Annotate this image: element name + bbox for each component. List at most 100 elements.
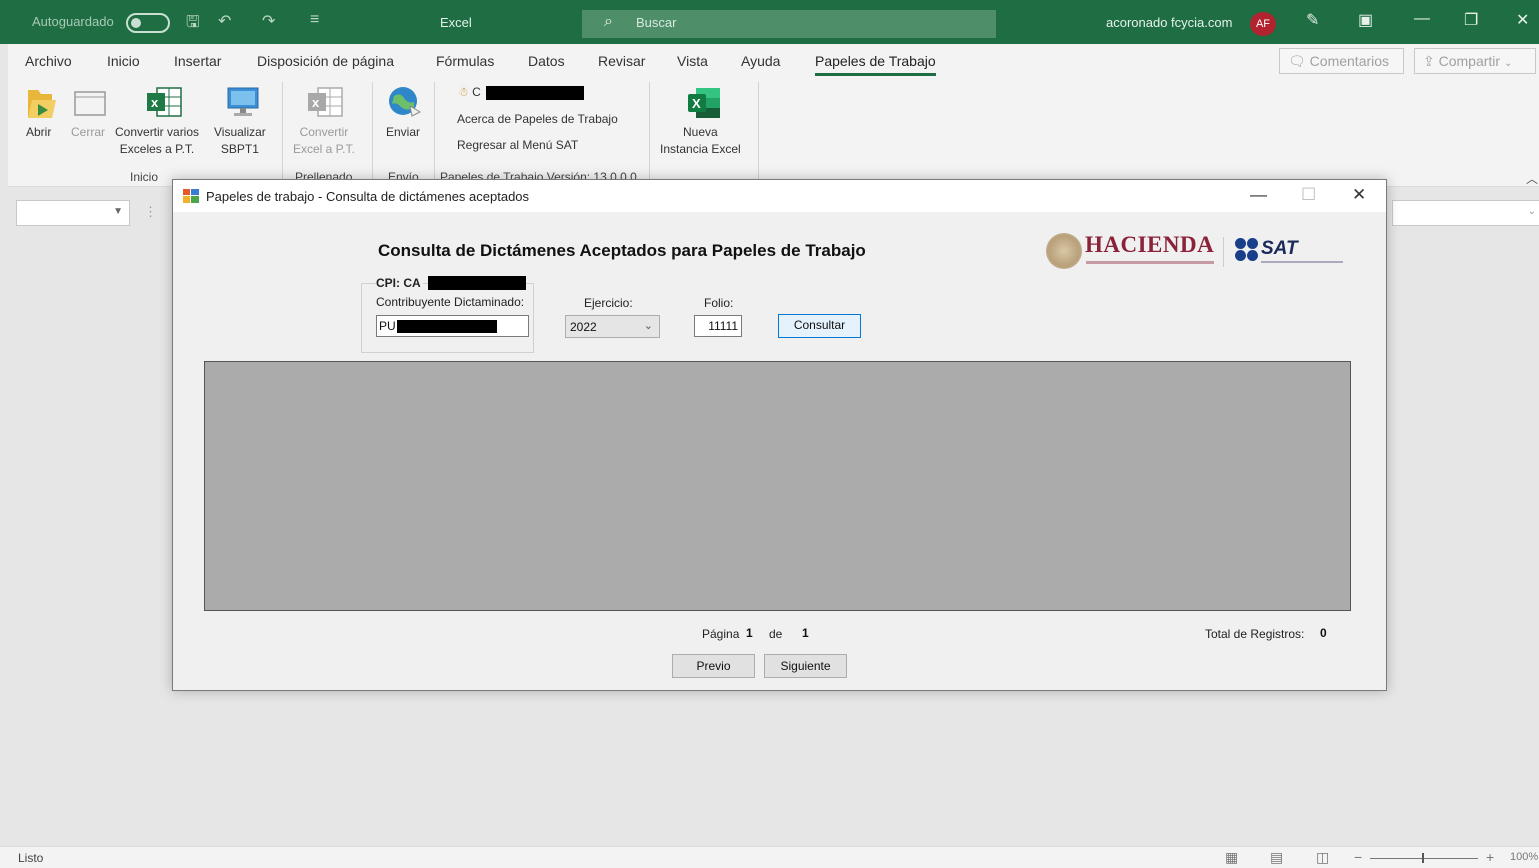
maximize-icon[interactable]: ☐ bbox=[1301, 185, 1316, 205]
total-registros-label: Total de Registros: bbox=[1205, 627, 1305, 641]
tab-archivo[interactable]: Archivo bbox=[25, 53, 72, 69]
cerrar-button[interactable]: Cerrar bbox=[71, 124, 105, 141]
zoom-out-icon[interactable]: − bbox=[1354, 849, 1362, 865]
chevron-down-icon: ⌄ bbox=[643, 320, 653, 332]
normal-view-icon[interactable]: ▦ bbox=[1225, 849, 1238, 866]
results-grid[interactable] bbox=[204, 361, 1351, 611]
contribuyente-value: PU bbox=[379, 319, 396, 333]
ejercicio-select[interactable]: 2022 ⌄ bbox=[565, 315, 660, 338]
dialog-heading: Consulta de Dictámenes Aceptados para Pa… bbox=[378, 241, 866, 260]
visualizar-button[interactable]: Visualizar SBPT1 bbox=[214, 124, 266, 158]
more-icon: ⋮ bbox=[144, 204, 157, 219]
zoom-in-icon[interactable]: + bbox=[1486, 849, 1494, 865]
search-placeholder: Buscar bbox=[636, 15, 677, 30]
svg-text:X: X bbox=[692, 96, 701, 111]
chevron-down-icon: ⌄ bbox=[1527, 206, 1536, 217]
minimize-icon[interactable]: — bbox=[1414, 10, 1430, 28]
globe-send-icon bbox=[389, 87, 422, 117]
convertir-excel-button[interactable]: Convertir Excel a P.T. bbox=[293, 124, 355, 158]
convertir-label-2: Excel a P.T. bbox=[293, 142, 355, 156]
convertir-varios-label-2: Exceles a P.T. bbox=[119, 142, 195, 156]
chevron-down-icon: ⌄ bbox=[1503, 58, 1513, 69]
tab-insertar[interactable]: Insertar bbox=[174, 53, 221, 69]
tab-papeles-de-trabajo[interactable]: Papeles de Trabajo bbox=[815, 53, 936, 76]
acerca-button[interactable]: Acerca de Papeles de Trabajo bbox=[457, 111, 618, 128]
cpi-label: CPI: CA bbox=[376, 276, 423, 290]
de-label: de bbox=[769, 627, 783, 641]
collapse-ribbon-icon[interactable]: ︿ bbox=[1526, 170, 1538, 187]
hacienda-logo-subline bbox=[1086, 261, 1214, 264]
abrir-button[interactable]: Abrir bbox=[26, 124, 51, 141]
share-label: Compartir bbox=[1438, 53, 1501, 69]
zoom-slider[interactable] bbox=[1370, 858, 1478, 859]
tab-disposicion[interactable]: Disposición de página bbox=[257, 53, 394, 69]
convertir-varios-button[interactable]: Convertir varios Exceles a P.T. bbox=[115, 124, 199, 158]
comments-button[interactable]: 🗨 Comentarios bbox=[1279, 48, 1404, 74]
nueva-instancia-button[interactable]: Nueva Instancia Excel bbox=[660, 124, 741, 158]
current-user: ☃ C bbox=[458, 84, 481, 101]
title-bar: Autoguardado 🖫 ↶ ↷ ≡ Excel ⌕ Buscar acor… bbox=[0, 0, 1539, 44]
excel-grid-disabled-icon: x bbox=[308, 87, 343, 117]
tab-revisar[interactable]: Revisar bbox=[598, 53, 645, 69]
status-ready: Listo bbox=[18, 851, 44, 865]
siguiente-button[interactable]: Siguiente bbox=[764, 654, 847, 678]
tab-ayuda[interactable]: Ayuda bbox=[741, 53, 780, 69]
zoom-thumb[interactable] bbox=[1422, 853, 1424, 863]
avatar[interactable]: AF bbox=[1250, 12, 1276, 36]
tab-datos[interactable]: Datos bbox=[528, 53, 565, 69]
sat-logo-subline bbox=[1261, 261, 1343, 263]
name-box[interactable]: ▼ bbox=[16, 200, 130, 226]
pen-icon[interactable]: ✎ bbox=[1306, 10, 1319, 30]
zoom-level[interactable]: 100% bbox=[1510, 851, 1538, 863]
restore-icon[interactable]: ❐ bbox=[1464, 10, 1478, 30]
customize-icon[interactable]: ≡ bbox=[310, 11, 319, 29]
ribbon-display-icon[interactable]: ▣ bbox=[1358, 10, 1373, 30]
close-icon[interactable]: ✕ bbox=[1352, 185, 1366, 205]
user-prefix: C bbox=[472, 85, 481, 99]
user-icon: ☃ bbox=[458, 85, 469, 99]
undo-icon[interactable]: ↶ bbox=[218, 11, 231, 31]
redacted-block bbox=[397, 320, 497, 333]
redacted-block bbox=[428, 276, 526, 290]
share-button[interactable]: ⇪ Compartir ⌄ bbox=[1414, 48, 1536, 74]
total-registros-value: 0 bbox=[1320, 626, 1327, 640]
consultar-button[interactable]: Consultar bbox=[778, 314, 861, 338]
close-icon[interactable]: ✕ bbox=[1516, 10, 1529, 30]
logo-separator bbox=[1223, 237, 1224, 267]
enviar-button[interactable]: Enviar bbox=[386, 124, 420, 141]
svg-text:x: x bbox=[312, 95, 320, 110]
previo-button[interactable]: Previo bbox=[672, 654, 755, 678]
user-name[interactable]: acoronado fcycia.com bbox=[1106, 15, 1232, 30]
sat-dots-icon bbox=[1235, 238, 1259, 264]
redo-icon[interactable]: ↷ bbox=[262, 11, 275, 31]
tab-formulas[interactable]: Fórmulas bbox=[436, 53, 494, 69]
folio-input[interactable]: 11111 bbox=[694, 315, 742, 337]
tab-inicio[interactable]: Inicio bbox=[107, 53, 140, 69]
folder-open-icon bbox=[28, 90, 56, 118]
chevron-down-icon: ▼ bbox=[113, 206, 123, 217]
visualizar-label-2: SBPT1 bbox=[220, 142, 259, 156]
app-icon bbox=[183, 189, 199, 203]
minimize-icon[interactable]: — bbox=[1250, 185, 1267, 205]
ribbon-separator bbox=[434, 82, 435, 182]
nueva-label-2: Instancia Excel bbox=[660, 142, 741, 156]
monitor-icon bbox=[227, 87, 259, 116]
formula-input[interactable]: ⌄ bbox=[1392, 200, 1539, 226]
hacienda-seal-icon bbox=[1046, 233, 1082, 269]
regresar-menu-button[interactable]: Regresar al Menú SAT bbox=[457, 137, 578, 154]
status-bar: Listo ▦ ▤ ◫ − + 100% bbox=[0, 846, 1539, 868]
autosave-toggle[interactable] bbox=[126, 13, 170, 33]
page-layout-icon[interactable]: ▤ bbox=[1270, 849, 1283, 866]
comments-label: Comentarios bbox=[1309, 53, 1390, 69]
svg-text:x: x bbox=[151, 95, 159, 110]
ejercicio-label: Ejercicio: bbox=[584, 296, 633, 310]
convertir-label-1: Convertir bbox=[299, 125, 349, 139]
search-box[interactable]: ⌕ Buscar bbox=[582, 10, 996, 38]
save-icon[interactable]: 🖫 bbox=[186, 11, 200, 38]
pagina-label: Página bbox=[702, 627, 740, 641]
dialog-title-bar: Papeles de trabajo - Consulta de dictáme… bbox=[173, 180, 1386, 212]
hacienda-logo: HACIENDA bbox=[1085, 232, 1215, 257]
ribbon-separator bbox=[372, 82, 373, 182]
page-break-icon[interactable]: ◫ bbox=[1316, 849, 1329, 866]
tab-vista[interactable]: Vista bbox=[677, 53, 708, 69]
